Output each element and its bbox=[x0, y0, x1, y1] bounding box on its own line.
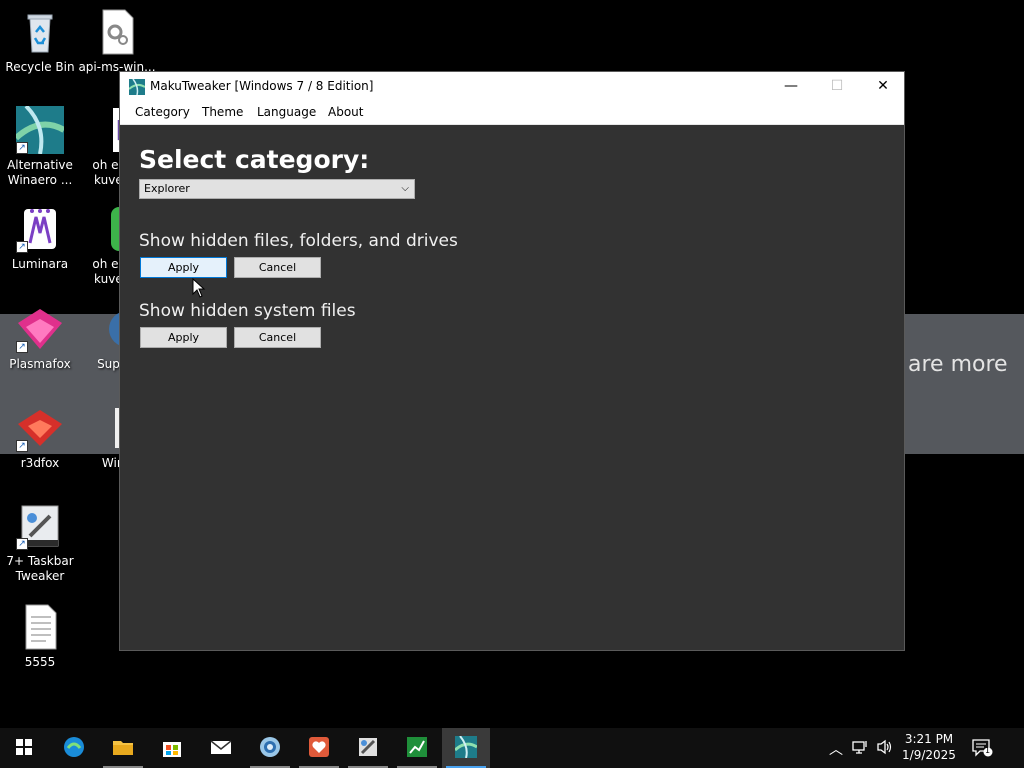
shortcut-arrow-icon: ↗ bbox=[16, 241, 28, 253]
mouse-cursor-icon bbox=[192, 277, 206, 298]
desktop-icon-luminara[interactable]: ↗ Luminara bbox=[0, 205, 80, 272]
browser-icon bbox=[259, 736, 281, 758]
desktop: are more Recycle Bin ↗ Alternative Winae… bbox=[0, 0, 1024, 728]
network-icon[interactable] bbox=[852, 739, 870, 759]
file-explorer-icon bbox=[112, 736, 134, 758]
taskbar-edge[interactable] bbox=[50, 728, 98, 768]
category-dropdown[interactable]: Explorer ⌵ bbox=[139, 179, 415, 199]
menu-theme[interactable]: Theme bbox=[202, 105, 243, 119]
taskbar-store[interactable] bbox=[148, 728, 196, 768]
taskbar-mail[interactable] bbox=[197, 728, 245, 768]
chart-app-icon bbox=[406, 736, 428, 758]
maximize-button[interactable]: ☐ bbox=[814, 72, 860, 101]
taskbar-chart-app[interactable] bbox=[393, 728, 441, 768]
option-label-system-files: Show hidden system files bbox=[139, 301, 356, 321]
category-dropdown-value: Explorer bbox=[144, 182, 190, 195]
menu-bar: Category Theme Language About bbox=[120, 101, 904, 125]
volume-icon[interactable] bbox=[876, 739, 894, 759]
taskbar-browser[interactable] bbox=[246, 728, 294, 768]
chevron-down-icon: ⌵ bbox=[401, 183, 409, 194]
luminara-icon: ↗ bbox=[16, 205, 64, 253]
taskbar-makutweaker[interactable] bbox=[442, 728, 490, 768]
apply-button-system-files[interactable]: Apply bbox=[140, 327, 227, 348]
minimize-button[interactable]: — bbox=[768, 72, 814, 101]
desktop-icon-r3dfox[interactable]: ↗ r3dfox bbox=[0, 404, 80, 471]
r3dfox-icon: ↗ bbox=[16, 404, 64, 452]
taskbar-heart-app[interactable] bbox=[295, 728, 343, 768]
desktop-icon-api-ms-win[interactable]: api-ms-win... bbox=[77, 8, 157, 75]
taskbar-file-explorer[interactable] bbox=[99, 728, 147, 768]
shortcut-arrow-icon: ↗ bbox=[16, 538, 28, 550]
recycle-bin-icon bbox=[16, 8, 64, 56]
shortcut-arrow-icon: ↗ bbox=[16, 142, 28, 154]
taskbar-tweaker-icon: ↗ bbox=[16, 502, 64, 550]
taskbar-tweaker[interactable] bbox=[344, 728, 392, 768]
background-banner-text: are more bbox=[908, 352, 1008, 377]
menu-about[interactable]: About bbox=[328, 105, 363, 119]
store-icon bbox=[161, 736, 183, 758]
apply-button-hidden-files[interactable]: Apply bbox=[140, 257, 227, 278]
desktop-icon-5555[interactable]: 5555 bbox=[0, 603, 80, 670]
start-icon bbox=[13, 736, 35, 758]
clock-time[interactable]: 3:21 PM bbox=[900, 732, 958, 746]
select-category-heading: Select category: bbox=[139, 145, 370, 174]
tweaker-icon bbox=[357, 736, 379, 758]
cancel-button-system-files[interactable]: Cancel bbox=[234, 327, 321, 348]
menu-language[interactable]: Language bbox=[257, 105, 316, 119]
edge-icon bbox=[63, 736, 85, 758]
menu-category[interactable]: Category bbox=[135, 105, 190, 119]
taskbar: ︿ 3:21 PM 1/9/2025 1 bbox=[0, 728, 1024, 768]
window-title: MakuTweaker [Windows 7 / 8 Edition] bbox=[150, 79, 374, 93]
plasmafox-icon: ↗ bbox=[16, 305, 64, 353]
shortcut-arrow-icon: ↗ bbox=[16, 440, 28, 452]
makutweaker-window: MakuTweaker [Windows 7 / 8 Edition] — ☐ … bbox=[119, 71, 905, 651]
desktop-icon-7-taskbar-tweaker[interactable]: ↗ 7+ Taskbar Tweaker bbox=[0, 502, 80, 584]
show-hidden-icons-chevron-icon[interactable]: ︿ bbox=[829, 739, 843, 759]
desktop-icon-recycle-bin[interactable]: Recycle Bin bbox=[0, 8, 80, 75]
makutweaker-icon bbox=[453, 735, 478, 759]
close-button[interactable]: ✕ bbox=[860, 72, 906, 101]
notification-count: 1 bbox=[985, 746, 991, 755]
clock-date[interactable]: 1/9/2025 bbox=[900, 748, 958, 762]
notification-center-icon[interactable]: 1 bbox=[972, 739, 994, 761]
shortcut-arrow-icon: ↗ bbox=[16, 341, 28, 353]
cancel-button-hidden-files[interactable]: Cancel bbox=[234, 257, 321, 278]
makutweaker-app-icon bbox=[128, 78, 146, 96]
title-bar[interactable]: MakuTweaker [Windows 7 / 8 Edition] — ☐ … bbox=[120, 72, 904, 101]
mail-icon bbox=[210, 736, 232, 758]
content-area: Select category: Explorer ⌵ Show hidden … bbox=[120, 125, 904, 650]
desktop-icon-plasmafox[interactable]: ↗ Plasmafox bbox=[0, 305, 80, 372]
desktop-icon-alternative-winaero[interactable]: ↗ Alternative Winaero ... bbox=[0, 104, 80, 188]
start-button[interactable] bbox=[0, 728, 48, 768]
dll-file-icon bbox=[93, 8, 141, 56]
heart-app-icon bbox=[308, 736, 330, 758]
option-label-hidden-files: Show hidden files, folders, and drives bbox=[139, 231, 458, 251]
text-file-icon bbox=[16, 603, 64, 651]
winaero-icon: ↗ bbox=[13, 104, 66, 155]
